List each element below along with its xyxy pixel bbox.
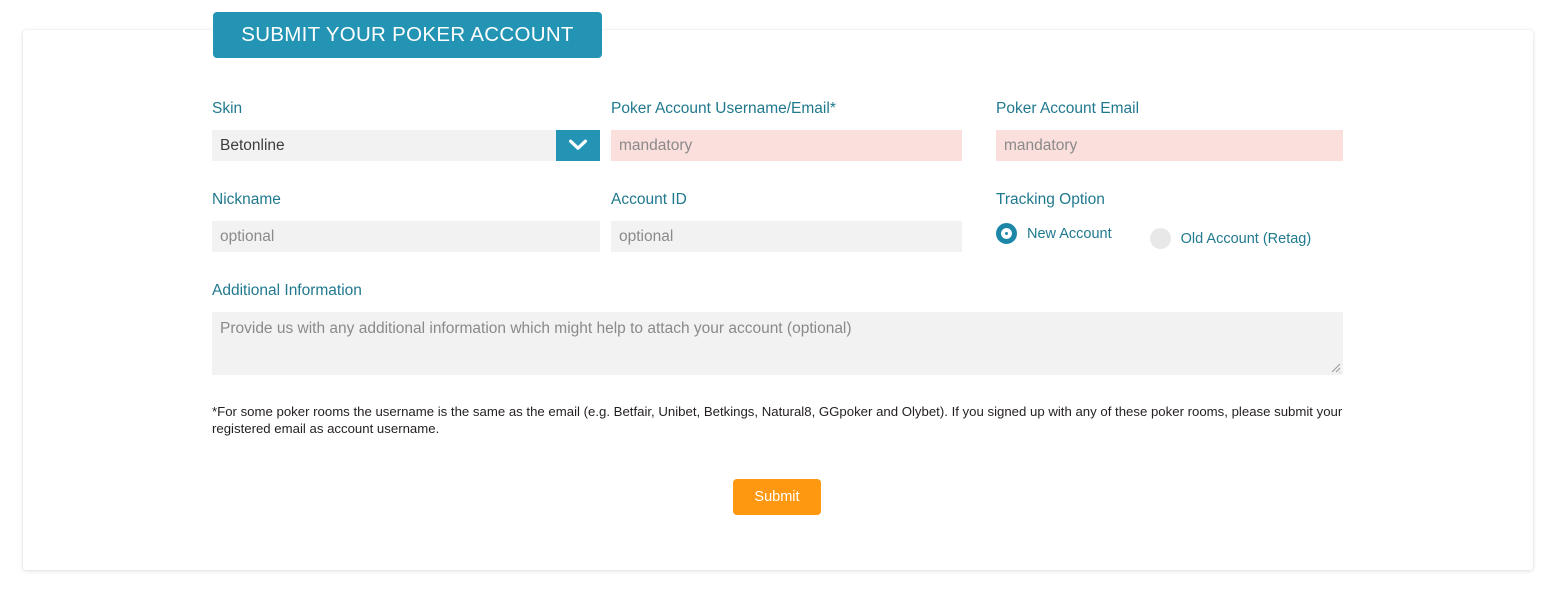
field-label-account-id: Account ID [611,191,687,208]
field-tracking-option: Tracking Option New Account Old Account … [996,191,1343,252]
tracking-option-radio-group: New Account Old Account (Retag) [996,221,1343,249]
radio-label-new-account[interactable]: New Account [1027,226,1112,242]
field-username-email: Poker Account Username/Email* [611,100,962,161]
field-label-nickname: Nickname [212,191,281,208]
field-label-additional-information: Additional Information [212,282,362,299]
account-id-input[interactable] [611,221,962,252]
skin-select[interactable]: Betonline [212,130,600,161]
additional-information-wrapper [212,312,1343,375]
radio-unselected-icon[interactable] [1149,228,1171,249]
radio-old-account[interactable]: Old Account (Retag) [1149,223,1312,249]
field-additional-information: Additional Information [212,282,1343,375]
skin-select-value[interactable]: Betonline [212,130,556,161]
field-skin: Skin Betonline [212,100,600,161]
submit-button[interactable]: Submit [733,479,821,515]
nickname-input[interactable] [212,221,600,252]
field-label-account-email: Poker Account Email [996,100,1140,117]
field-label-skin: Skin [212,100,243,117]
chevron-down-icon[interactable] [556,130,600,161]
additional-information-textarea[interactable] [212,312,1343,375]
field-account-email: Poker Account Email [996,100,1343,161]
form-row-2: Nickname Account ID Tracking Option New … [212,191,1343,252]
radio-new-account[interactable]: New Account [996,223,1112,244]
field-label-tracking-option: Tracking Option [996,191,1105,208]
form-row-1: Skin Betonline Poker Account Username/Em… [212,100,1343,161]
field-label-username-email: Poker Account Username/Email* [611,100,836,117]
form-header-title: SUBMIT YOUR POKER ACCOUNT [241,23,574,46]
row-spacer [212,161,1343,191]
account-submission-form: Skin Betonline Poker Account Username/Em… [212,100,1343,375]
account-email-input[interactable] [996,130,1343,161]
field-nickname: Nickname [212,191,600,252]
username-email-input[interactable] [611,130,962,161]
field-account-id: Account ID [611,191,962,252]
form-footnote: *For some poker rooms the username is th… [212,404,1343,436]
radio-selected-icon[interactable] [996,223,1017,244]
form-header-tab: SUBMIT YOUR POKER ACCOUNT [213,12,602,58]
radio-label-old-account[interactable]: Old Account (Retag) [1181,231,1312,247]
